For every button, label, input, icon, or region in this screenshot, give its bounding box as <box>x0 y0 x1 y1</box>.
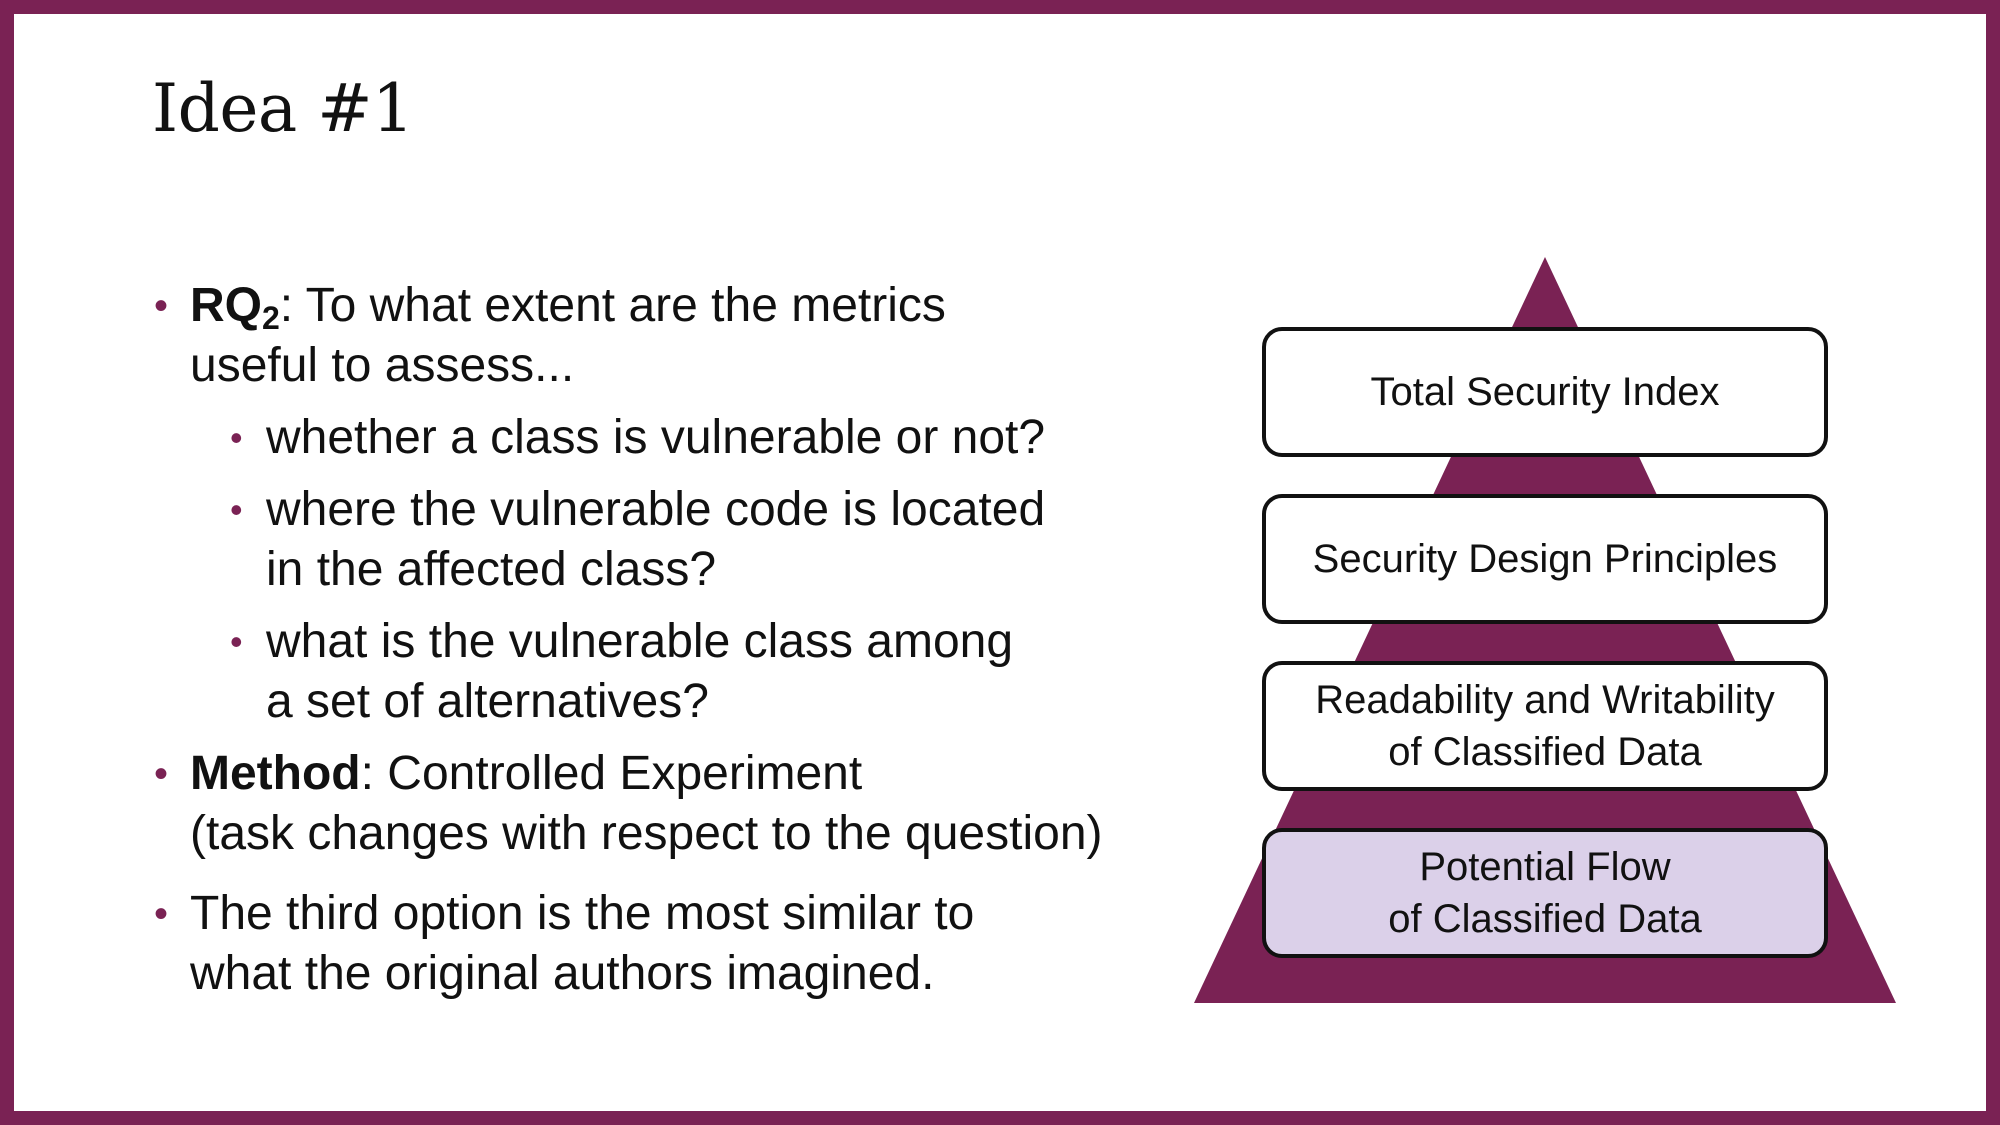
pyramid-level-potential-flow: Potential Flow of Classified Data <box>1262 828 1828 958</box>
pyramid-level-1-line1: Total Security Index <box>1370 370 1720 414</box>
rq-text-line1: : To what extent are the metrics <box>279 279 946 332</box>
method-line1: : Controlled Experiment <box>360 747 863 800</box>
pyramid-level-security-design-principles: Security Design Principles <box>1262 494 1828 624</box>
rq-label: RQ <box>190 279 262 332</box>
rq-text-line2: useful to assess... <box>190 339 575 392</box>
security-pyramid-diagram: Total Security Index Security Design Pri… <box>1194 254 1904 1014</box>
pyramid-level-4-line2: of Classified Data <box>1388 897 1702 941</box>
method-label: Method <box>190 747 361 800</box>
sub-bullet-3-line1: what is the vulnerable class among <box>266 615 1014 668</box>
sub-bullet-dot-icon: • <box>230 417 243 458</box>
sub-bullet-dot-icon: • <box>230 621 243 662</box>
bullet-third-option: • The third option is the most similar t… <box>154 884 1204 1004</box>
slide: Idea #1 • RQ2: To what extent are the me… <box>0 0 2000 1125</box>
bullet-list: • RQ2: To what extent are the metrics us… <box>154 276 1204 1004</box>
sub-bullet-3: • what is the vulnerable class among a s… <box>154 612 1204 732</box>
sub-bullet-1-text: whether a class is vulnerable or not? <box>266 411 1046 464</box>
sub-bullet-2-line1: where the vulnerable code is located <box>266 483 1046 536</box>
third-line1: The third option is the most similar to <box>190 887 975 940</box>
pyramid-level-total-security-index: Total Security Index <box>1262 327 1828 457</box>
pyramid-level-3-line1: Readability and Writability <box>1315 678 1775 722</box>
bullet-rq: • RQ2: To what extent are the metrics us… <box>154 276 1204 396</box>
pyramid-level-2-line1: Security Design Principles <box>1312 537 1778 581</box>
sub-bullet-2: • where the vulnerable code is located i… <box>154 480 1204 600</box>
third-line2: what the original authors imagined. <box>190 947 935 1000</box>
sub-bullet-2-line2: in the affected class? <box>266 543 717 596</box>
bullet-dot-icon: • <box>154 284 169 328</box>
slide-title: Idea #1 <box>152 70 414 147</box>
sub-bullet-dot-icon: • <box>230 489 243 530</box>
bullet-dot-icon: • <box>154 892 169 936</box>
pyramid-level-3-line2: of Classified Data <box>1388 730 1702 774</box>
pyramid-level-readability-writability: Readability and Writability of Classifie… <box>1262 661 1828 791</box>
sub-bullet-3-line2: a set of alternatives? <box>266 675 709 728</box>
sub-bullet-1: • whether a class is vulnerable or not? <box>154 408 1204 468</box>
bullet-dot-icon: • <box>154 752 169 796</box>
rq-subscript: 2 <box>262 300 280 336</box>
pyramid-level-4-line1: Potential Flow <box>1419 845 1671 889</box>
bullet-method: • Method: Controlled Experiment (task ch… <box>154 744 1204 864</box>
method-line2: (task changes with respect to the questi… <box>190 807 1103 860</box>
